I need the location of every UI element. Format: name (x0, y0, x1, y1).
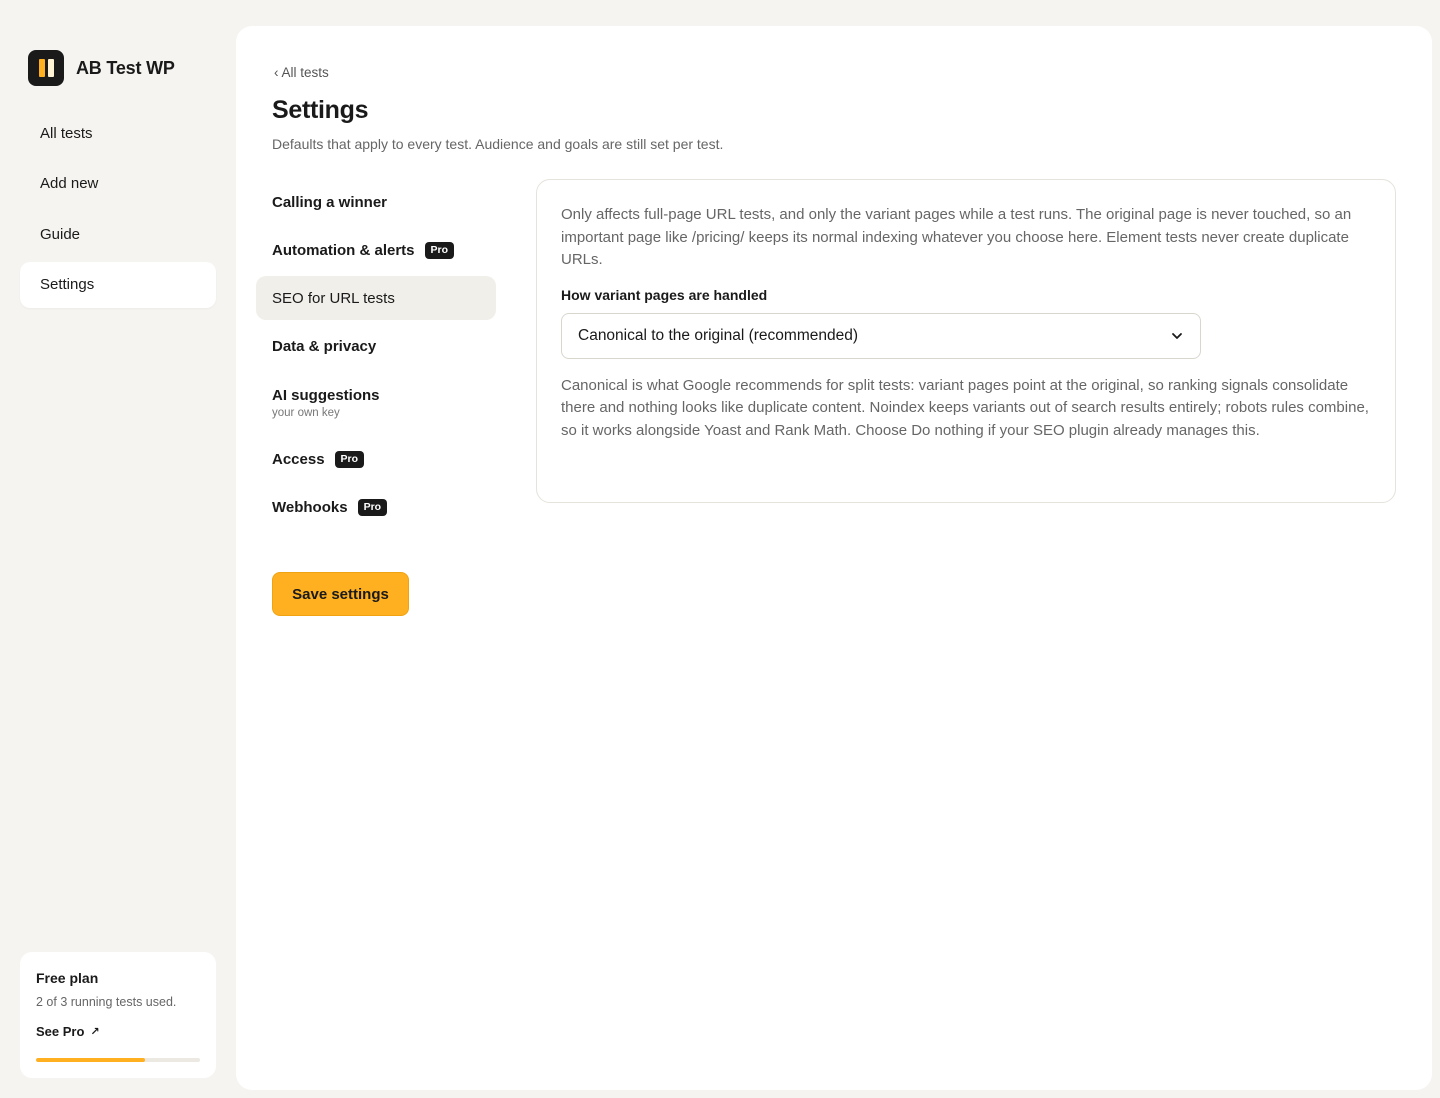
arrow-up-right-icon: ↗ (90, 1026, 100, 1038)
brand[interactable]: AB Test WP (28, 50, 175, 86)
settings-nav: Calling a winner Automation & alerts Pro… (256, 180, 496, 533)
variant-handling-select-value: Canonical to the original (recommended) (578, 326, 859, 344)
sidebar-item-add-new[interactable]: Add new (20, 161, 216, 207)
pro-badge: Pro (357, 498, 388, 516)
page-title: Settings (272, 96, 369, 124)
sidebar-item-all-tests[interactable]: All tests (20, 110, 216, 156)
settings-nav-label: Webhooks (272, 498, 348, 516)
save-settings-button[interactable]: Save settings (272, 572, 409, 616)
sidebar-item-guide[interactable]: Guide (20, 211, 216, 257)
plan-title: Free plan (36, 970, 99, 986)
settings-nav-webhooks[interactable]: Webhooks Pro (256, 485, 496, 529)
chevron-left-icon: ‹ (274, 65, 279, 80)
page-subtitle: Defaults that apply to every test. Audie… (272, 136, 724, 152)
sidebar-item-settings[interactable]: Settings (20, 261, 216, 308)
seo-settings-card: Only affects full-page URL tests, and on… (536, 179, 1396, 503)
settings-nav-calling-a-winner[interactable]: Calling a winner (256, 180, 496, 224)
settings-nav-label: Access (272, 450, 325, 468)
settings-nav-label: Data & privacy (272, 337, 377, 355)
settings-nav-access[interactable]: Access Pro (256, 437, 496, 481)
plan-usage-progress (36, 1058, 200, 1062)
plan-card: Free plan 2 of 3 running tests used. See… (20, 952, 216, 1078)
settings-nav-label: Automation & alerts (272, 241, 415, 259)
variant-handling-select[interactable]: Canonical to the original (recommended) (561, 312, 1201, 359)
settings-nav-label: AI suggestions (272, 386, 380, 404)
brand-name: AB Test WP (76, 57, 175, 78)
see-pro-link[interactable]: See Pro ↗ (36, 1024, 200, 1039)
logo-icon (28, 50, 64, 86)
seo-help-text: Canonical is what Google recommends for … (561, 376, 1369, 439)
pro-badge: Pro (334, 450, 365, 468)
chevron-down-icon (1172, 332, 1182, 339)
see-pro-label: See Pro (36, 1024, 85, 1039)
seo-intro-text: Only affects full-page URL tests, and on… (561, 206, 1352, 268)
plan-usage-progress-fill (36, 1058, 146, 1062)
sidebar-nav: All tests Add new Guide Settings (20, 110, 216, 312)
settings-nav-data-privacy[interactable]: Data & privacy (256, 324, 496, 368)
sidebar: AB Test WP All tests Add new Guide Setti… (0, 0, 236, 1098)
plan-usage: 2 of 3 running tests used. (36, 995, 177, 1009)
back-link-label: All tests (281, 65, 329, 80)
settings-nav-label: SEO for URL tests (272, 289, 395, 307)
settings-nav-automation-alerts[interactable]: Automation & alerts Pro (256, 228, 496, 272)
back-link[interactable]: ‹ All tests (274, 65, 329, 80)
settings-nav-seo-for-url-tests[interactable]: SEO for URL tests (256, 276, 496, 320)
settings-nav-sublabel: your own key (272, 406, 340, 419)
variant-handling-label: How variant pages are handled (561, 286, 768, 303)
app: AB Test WP All tests Add new Guide Setti… (0, 0, 1440, 1098)
pro-badge: Pro (424, 241, 455, 259)
settings-nav-label: Calling a winner (272, 193, 388, 211)
settings-nav-ai-suggestions[interactable]: AI suggestions your own key (256, 372, 496, 433)
main-panel: ‹ All tests Settings Defaults that apply… (236, 26, 1432, 1090)
